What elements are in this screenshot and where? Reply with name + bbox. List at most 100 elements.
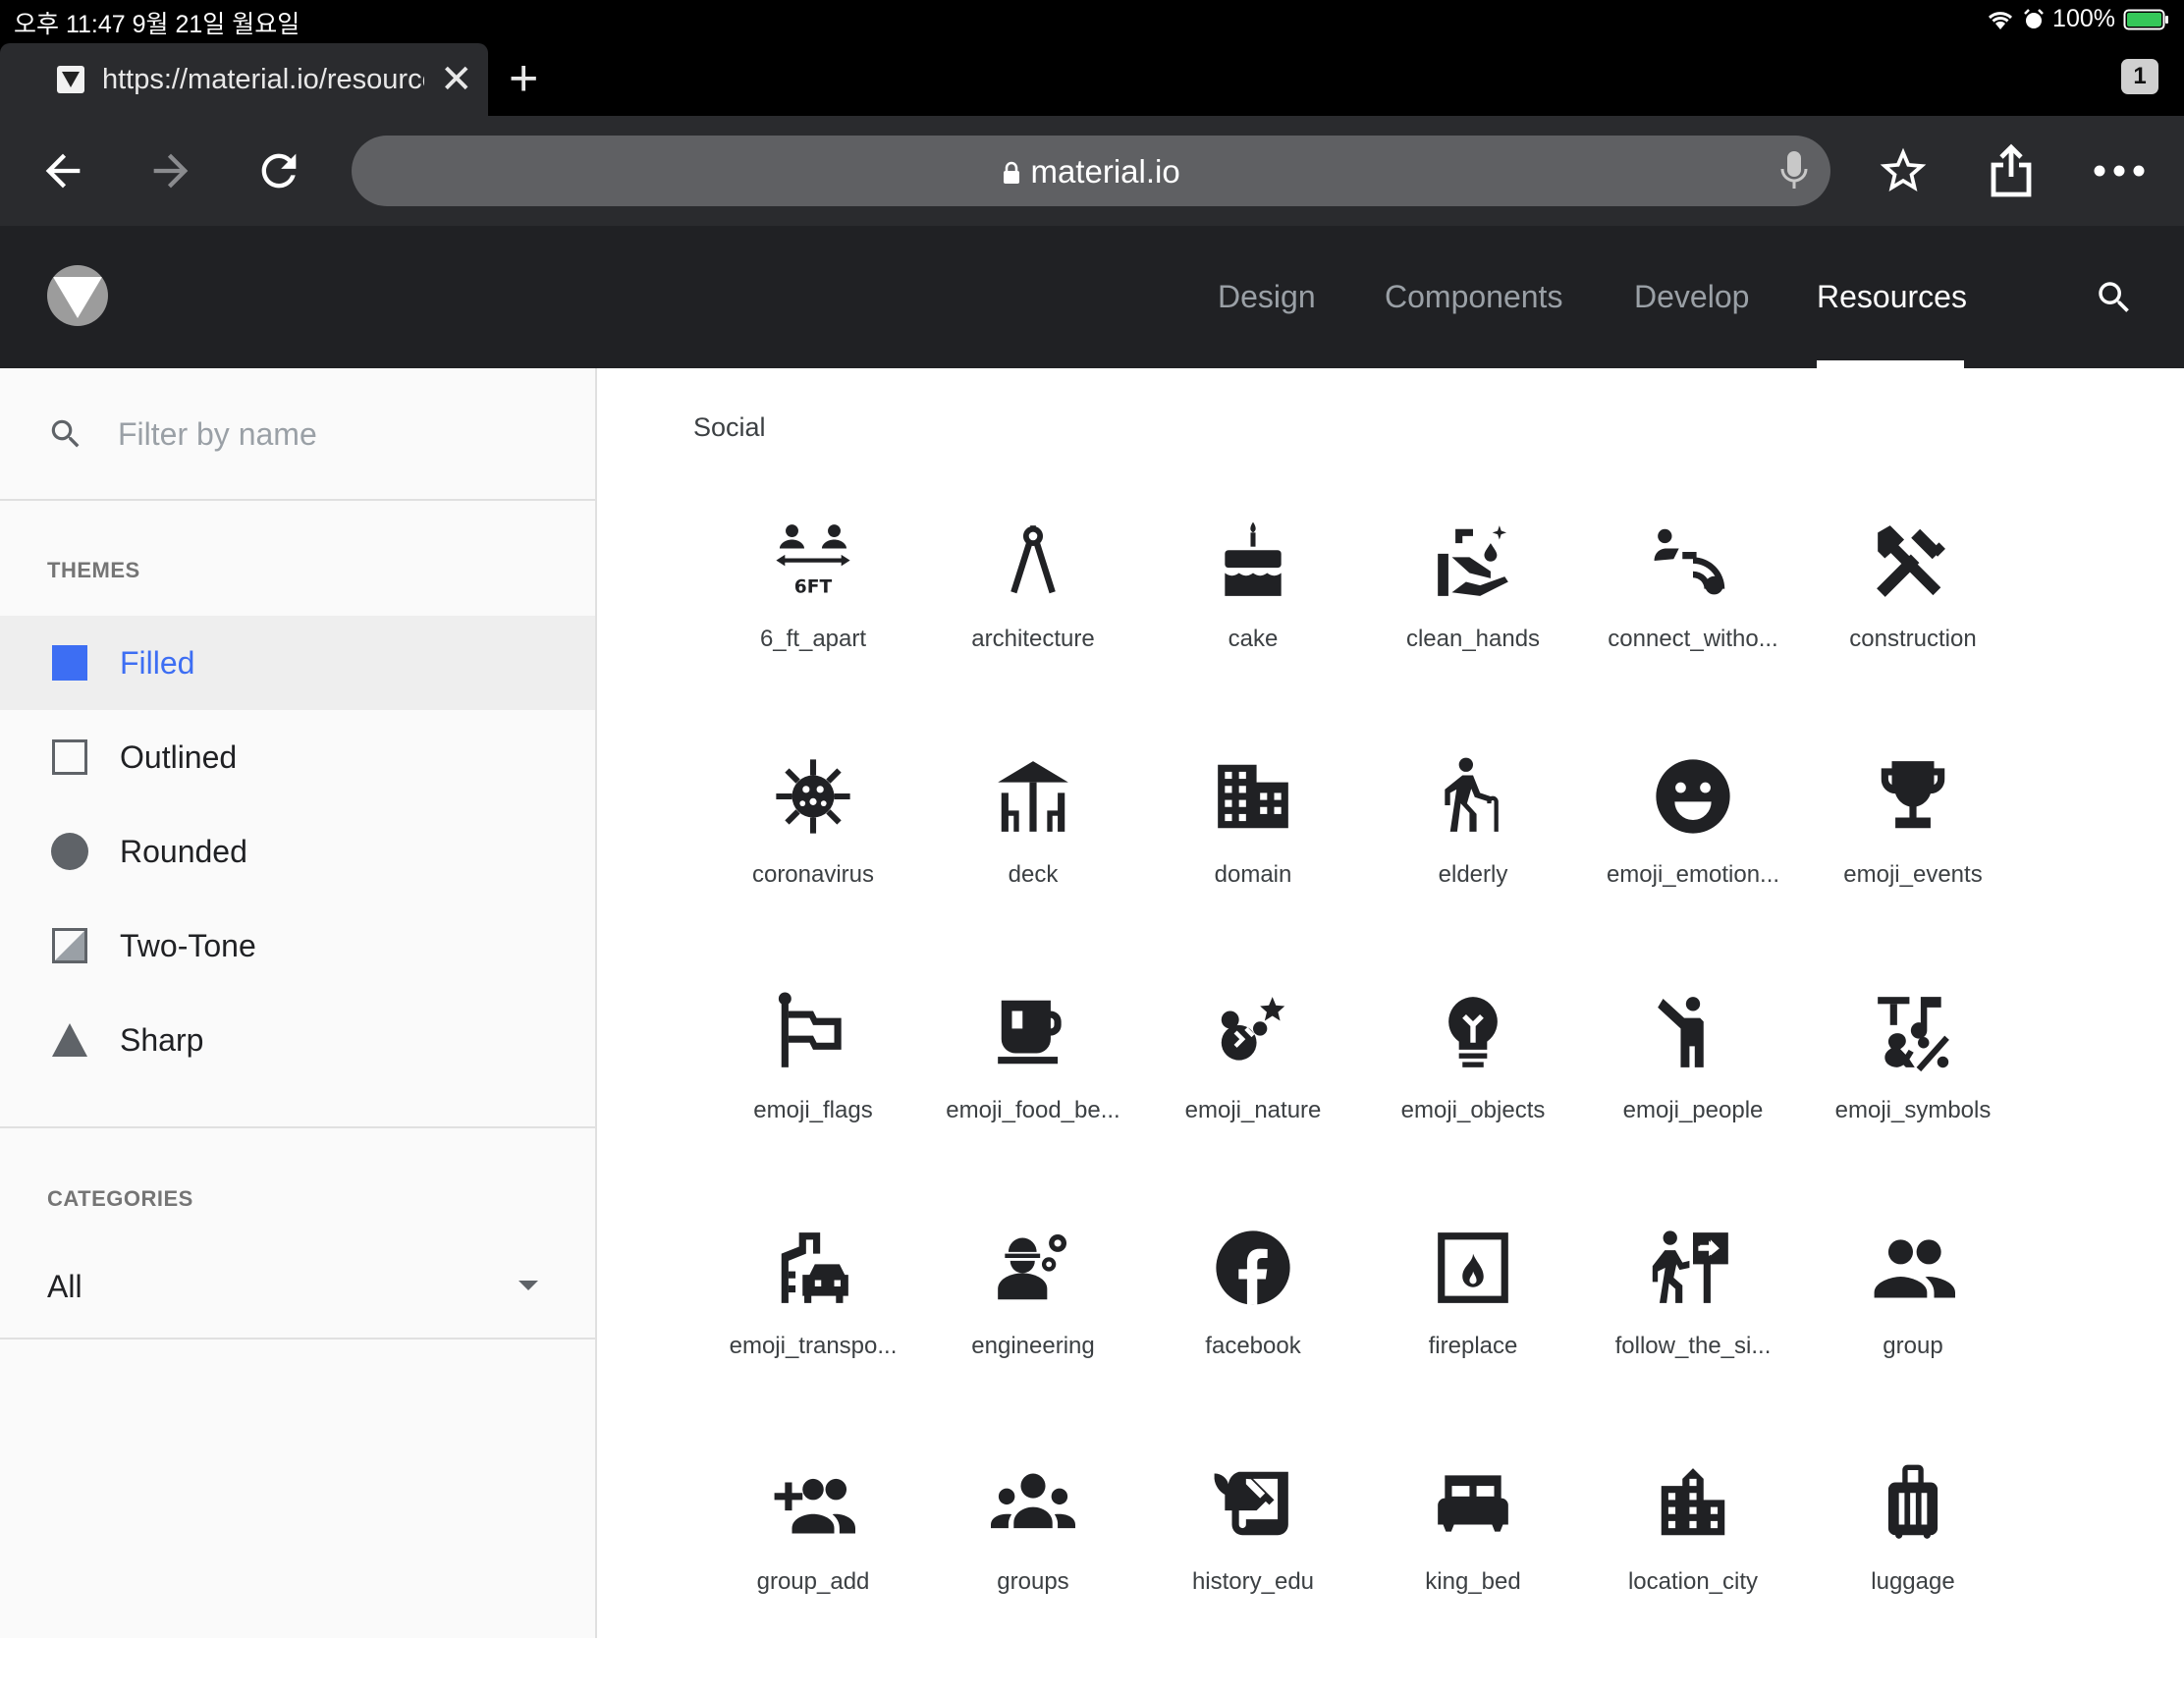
icon-tile-group-add[interactable]: group_add bbox=[703, 1458, 923, 1694]
category-title: Social bbox=[693, 412, 766, 442]
emoji-emotion-icon bbox=[1648, 751, 1738, 842]
material-logo[interactable] bbox=[47, 265, 108, 326]
facebook-icon bbox=[1208, 1223, 1298, 1313]
new-tab-button[interactable]: + bbox=[509, 53, 538, 104]
reload-button[interactable] bbox=[251, 143, 306, 198]
icon-tile-emoji-objects[interactable]: emoji_objects bbox=[1363, 987, 1583, 1223]
icon-tile-emoji-emotion[interactable]: emoji_emotion... bbox=[1583, 751, 1803, 987]
browser-toolbar: material.io bbox=[0, 116, 2184, 226]
icon-tile-construction[interactable]: construction bbox=[1803, 516, 2023, 751]
icon-tile-facebook[interactable]: facebook bbox=[1143, 1223, 1363, 1458]
theme-filled[interactable]: Filled bbox=[0, 616, 595, 710]
icon-tile-location-city[interactable]: location_city bbox=[1583, 1458, 1803, 1694]
battery-percent: 100% bbox=[2052, 5, 2115, 32]
bookmark-button[interactable] bbox=[1876, 143, 1931, 198]
icon-tile-clean-hands[interactable]: clean_hands bbox=[1363, 516, 1583, 751]
icon-name: emoji_transpo... bbox=[729, 1333, 898, 1359]
icon-tile-deck[interactable]: deck bbox=[923, 751, 1143, 987]
filter-search-icon bbox=[51, 419, 80, 448]
icon-name: cake bbox=[1228, 626, 1279, 652]
url-text: material.io bbox=[1030, 153, 1180, 190]
icon-tile-history-edu[interactable]: history_edu bbox=[1143, 1458, 1363, 1694]
microphone-icon[interactable] bbox=[1779, 149, 1809, 192]
close-tab-icon[interactable]: ✕ bbox=[440, 57, 473, 102]
icon-tile-emoji-people[interactable]: emoji_people bbox=[1583, 987, 1803, 1223]
nav-components[interactable]: Components bbox=[1385, 279, 1562, 315]
icon-tile-cake[interactable]: cake bbox=[1143, 516, 1363, 751]
site-header: Design Components Develop Resources bbox=[0, 226, 2184, 368]
icon-tile-emoji-symbols[interactable]: emoji_symbols bbox=[1803, 987, 2023, 1223]
status-indicators: 100% bbox=[1986, 5, 2170, 33]
nav-resources[interactable]: Resources bbox=[1817, 279, 1967, 315]
alarm-icon bbox=[2024, 8, 2044, 28]
group-icon bbox=[1868, 1223, 1958, 1313]
icon-name: group bbox=[1883, 1333, 1943, 1359]
icon-tile-group[interactable]: group bbox=[1803, 1223, 2023, 1458]
deck-icon bbox=[988, 751, 1078, 842]
icon-tile-emoji-flags[interactable]: emoji_flags bbox=[703, 987, 923, 1223]
filled-square-icon bbox=[51, 644, 88, 682]
icon-tile-architecture[interactable]: architecture bbox=[923, 516, 1143, 751]
6-ft-apart-icon: 6FT bbox=[768, 516, 858, 606]
icon-browser: Social 6FT 6_ft_apart architecture cake clea… bbox=[597, 368, 2184, 1638]
status-bar: 오후 11:47 9월 21일 월요일 100% bbox=[0, 0, 2184, 39]
icon-tile-fireplace[interactable]: fireplace bbox=[1363, 1223, 1583, 1458]
more-menu-button[interactable] bbox=[2092, 143, 2147, 198]
dropdown-arrow-icon bbox=[519, 1281, 538, 1290]
sidebar-divider bbox=[0, 1126, 595, 1128]
nav-develop[interactable]: Develop bbox=[1634, 279, 1749, 315]
icon-tile-emoji-transpo[interactable]: emoji_transpo... bbox=[703, 1223, 923, 1458]
history-edu-icon bbox=[1208, 1458, 1298, 1549]
icon-name: elderly bbox=[1438, 861, 1508, 888]
icon-tile-king-bed[interactable]: king_bed bbox=[1363, 1458, 1583, 1694]
elderly-icon bbox=[1428, 751, 1518, 842]
coronavirus-icon bbox=[768, 751, 858, 842]
share-button[interactable] bbox=[1984, 143, 2039, 198]
category-value: All bbox=[47, 1269, 82, 1304]
icon-tile-6-ft-apart[interactable]: 6FT 6_ft_apart bbox=[703, 516, 923, 751]
icon-tile-follow-the-si[interactable]: follow_the_si... bbox=[1583, 1223, 1803, 1458]
icon-tile-domain[interactable]: domain bbox=[1143, 751, 1363, 987]
filter-by-name-input[interactable] bbox=[116, 411, 552, 457]
king-bed-icon bbox=[1428, 1458, 1518, 1549]
search-icon[interactable] bbox=[2094, 277, 2135, 318]
tab-count-button[interactable]: 1 bbox=[2121, 59, 2158, 94]
icon-tile-coronavirus[interactable]: coronavirus bbox=[703, 751, 923, 987]
categories-heading: CATEGORIES bbox=[47, 1186, 193, 1211]
nav-design[interactable]: Design bbox=[1218, 279, 1316, 315]
category-select[interactable]: All bbox=[47, 1259, 546, 1314]
icon-tile-connect-witho[interactable]: connect_witho... bbox=[1583, 516, 1803, 751]
active-nav-indicator bbox=[1817, 360, 1964, 368]
address-bar[interactable]: material.io bbox=[352, 136, 1830, 206]
back-button[interactable] bbox=[35, 143, 90, 198]
theme-label: Two-Tone bbox=[120, 927, 256, 963]
lock-icon bbox=[1004, 161, 1020, 184]
sharp-triangle-icon bbox=[51, 1021, 88, 1059]
icon-tile-luggage[interactable]: luggage bbox=[1803, 1458, 2023, 1694]
theme-rounded[interactable]: Rounded bbox=[0, 804, 595, 899]
browser-tab[interactable]: https://material.io/resources/icons/ ✕ bbox=[0, 43, 488, 116]
forward-button[interactable] bbox=[143, 143, 198, 198]
icon-tile-emoji-nature[interactable]: emoji_nature bbox=[1143, 987, 1363, 1223]
icon-tile-engineering[interactable]: engineering bbox=[923, 1223, 1143, 1458]
theme-label: Rounded bbox=[120, 833, 247, 869]
emoji-food-be-icon bbox=[988, 987, 1078, 1077]
theme-two-tone[interactable]: Two-Tone bbox=[0, 899, 595, 993]
icon-tile-emoji-food-be[interactable]: emoji_food_be... bbox=[923, 987, 1143, 1223]
theme-label: Outlined bbox=[120, 738, 238, 775]
architecture-icon bbox=[988, 516, 1078, 606]
icon-tile-elderly[interactable]: elderly bbox=[1363, 751, 1583, 987]
emoji-events-icon bbox=[1868, 751, 1958, 842]
icon-tile-groups[interactable]: groups bbox=[923, 1458, 1143, 1694]
icon-name: construction bbox=[1849, 626, 1977, 652]
group-add-icon bbox=[768, 1458, 858, 1549]
back-arrow-icon bbox=[45, 153, 81, 189]
icon-name: engineering bbox=[971, 1333, 1095, 1359]
theme-sharp[interactable]: Sharp bbox=[0, 993, 595, 1087]
icon-tile-emoji-events[interactable]: emoji_events bbox=[1803, 751, 2023, 987]
theme-outlined[interactable]: Outlined bbox=[0, 710, 595, 804]
icon-name: emoji_emotion... bbox=[1606, 861, 1780, 888]
fireplace-icon bbox=[1428, 1223, 1518, 1313]
follow-the-si-icon bbox=[1648, 1223, 1738, 1313]
theme-label: Filled bbox=[120, 644, 195, 681]
